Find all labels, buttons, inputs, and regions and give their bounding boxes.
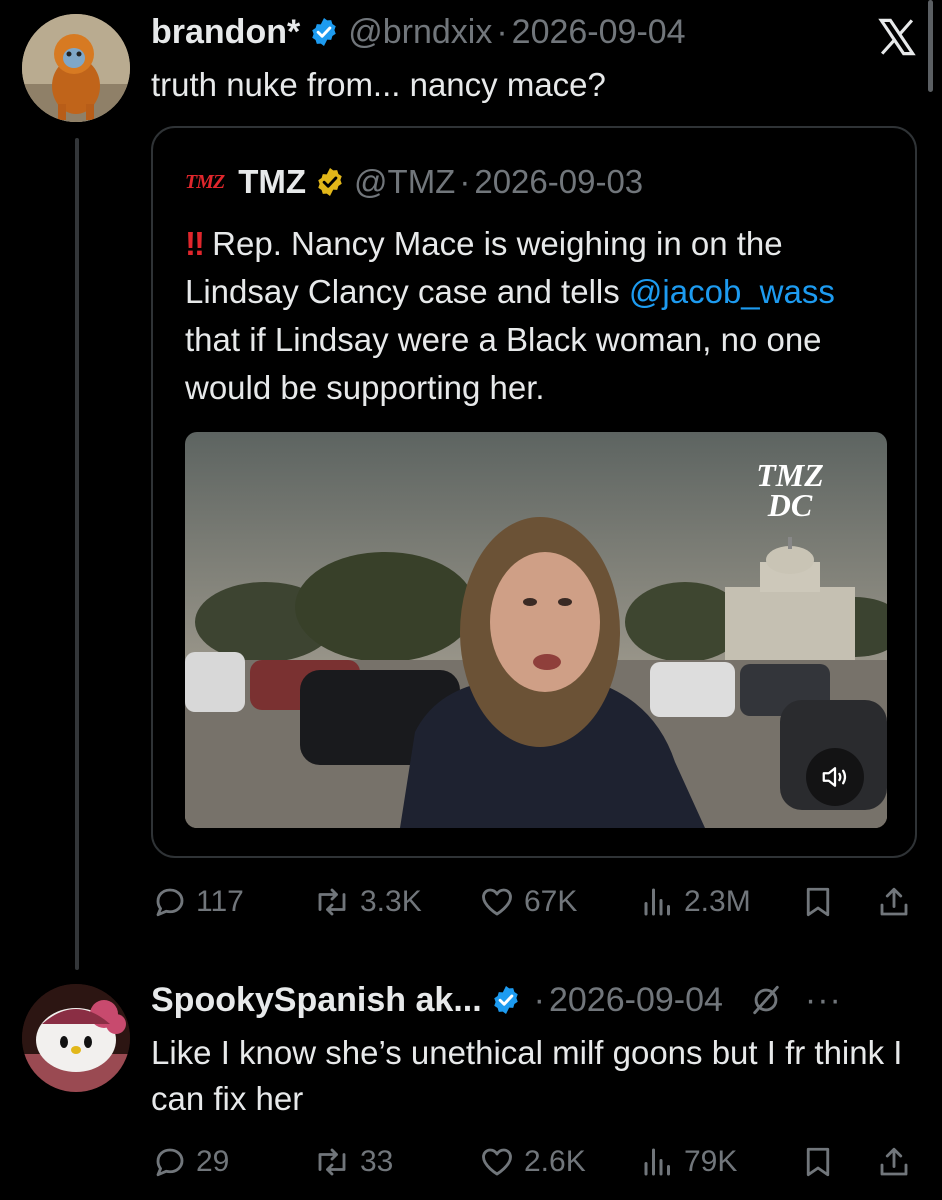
reply-button[interactable]: 117 (152, 884, 244, 920)
views-icon (644, 888, 670, 916)
separator-dot: · (533, 981, 545, 1019)
tmz-dc-watermark: TMZ DC (745, 457, 835, 523)
scrollbar[interactable] (928, 0, 933, 92)
views-count: 79K (684, 1145, 738, 1178)
repost-button[interactable]: 3.3K (312, 884, 422, 920)
avatar-brandon[interactable] (22, 14, 130, 122)
tweet1-date[interactable]: 2026-09-04 (512, 12, 686, 52)
watermark-line1: TMZ (756, 457, 824, 493)
video-thumbnail[interactable]: TMZ DC (185, 432, 887, 828)
share-icon (880, 887, 908, 916)
separator-dot: · (459, 163, 471, 200)
mention-link[interactable]: @jacob_wass (629, 273, 835, 310)
reply-button[interactable]: 29 (152, 1144, 229, 1180)
views-count: 2.3M (684, 885, 751, 918)
verified-gold-badge-icon (318, 168, 342, 196)
repost-icon (318, 888, 346, 916)
reply-count: 29 (196, 1145, 230, 1178)
tweet1-display-name[interactable]: brandon* (151, 12, 300, 52)
views-button[interactable]: 79K (640, 1144, 737, 1180)
verified-badge-icon (312, 18, 336, 46)
share-button[interactable] (876, 884, 912, 920)
repost-button[interactable]: 33 (312, 1144, 393, 1180)
like-count: 67K (524, 885, 578, 918)
verified-badge-icon (493, 986, 518, 1014)
bookmark-icon (806, 887, 830, 917)
quote-text: !! Rep. Nancy Mace is weighing in on the… (185, 220, 895, 412)
repost-count: 33 (360, 1145, 394, 1178)
heart-icon (482, 888, 512, 916)
tweet1-header: brandon* @brndxix · 2026-09-04 (151, 12, 686, 52)
watermark-line2: DC (767, 487, 813, 523)
reply-icon (156, 1148, 184, 1177)
views-icon (644, 1148, 670, 1176)
like-count: 2.6K (524, 1145, 586, 1178)
tweet2-header: SpookySpanish ak... · 2026-09-04 ··· (151, 980, 842, 1020)
reply-icon (156, 888, 184, 917)
bookmark-button[interactable] (800, 1144, 836, 1180)
quote-display-name[interactable]: TMZ (238, 162, 306, 202)
quote-date[interactable]: 2026-09-03 (474, 162, 643, 202)
quote-text-part2: that if Lindsay were a Black woman, no o… (185, 321, 822, 406)
views-button[interactable]: 2.3M (640, 884, 751, 920)
tweet2-display-name[interactable]: SpookySpanish ak... (151, 980, 482, 1020)
like-button[interactable]: 67K (478, 884, 577, 920)
bookmark-button[interactable] (800, 884, 836, 920)
tweet1-text: truth nuke from... nancy mace? (151, 66, 606, 103)
tweet1-handle[interactable]: @brndxix (348, 12, 492, 52)
separator-dot: · (496, 13, 508, 51)
bookmark-icon (806, 1147, 830, 1177)
double-exclamation-icon: !! (185, 225, 205, 262)
sound-toggle-button[interactable] (806, 748, 864, 806)
share-button[interactable] (876, 1144, 912, 1180)
tmz-logo-icon[interactable]: TMZ (185, 162, 225, 202)
reply-count: 117 (196, 885, 244, 918)
repost-icon (318, 1148, 346, 1176)
speaker-icon (822, 767, 847, 787)
repost-count: 3.3K (360, 885, 422, 918)
more-options-icon[interactable]: ··· (805, 980, 842, 1020)
x-logo-icon[interactable] (876, 16, 918, 58)
like-button[interactable]: 2.6K (478, 1144, 586, 1180)
tweet2-date[interactable]: 2026-09-04 (549, 980, 723, 1020)
grok-icon[interactable] (749, 983, 783, 1017)
share-icon (880, 1147, 908, 1176)
quote-header: TMZ TMZ @TMZ · 2026-09-03 (185, 162, 643, 202)
quote-handle[interactable]: @TMZ (354, 162, 455, 202)
tweet2-text: Like I know she’s unethical milf goons b… (151, 1034, 903, 1117)
thread-line (75, 138, 79, 970)
heart-icon (482, 1148, 512, 1176)
avatar-spookyspanish[interactable] (22, 984, 130, 1092)
